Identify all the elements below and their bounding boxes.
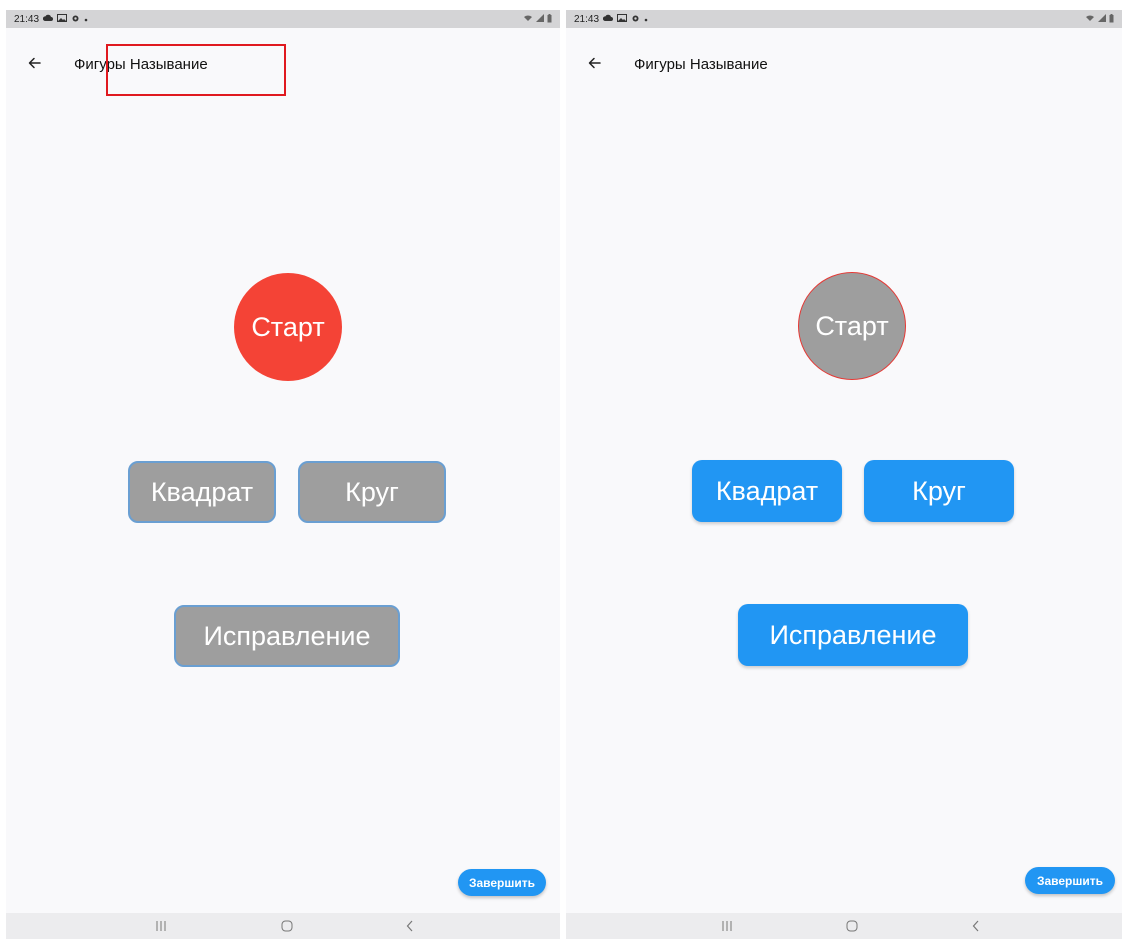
dot-icon xyxy=(84,14,88,24)
status-time: 21:43 xyxy=(14,13,40,25)
arrow-back-icon[interactable] xyxy=(24,52,46,74)
home-icon[interactable] xyxy=(277,918,297,934)
battery-icon xyxy=(547,13,552,25)
battery-icon xyxy=(1109,13,1114,25)
status-right-group xyxy=(1085,13,1114,25)
system-nav-bar xyxy=(566,913,1122,939)
recent-apps-icon[interactable] xyxy=(151,918,171,934)
status-bar: 21:43 xyxy=(6,10,560,28)
circle-answer-button[interactable]: Круг xyxy=(864,460,1014,522)
wifi-icon xyxy=(523,14,533,24)
settings-icon xyxy=(631,14,640,25)
cloud-icon xyxy=(602,14,614,24)
status-right-group xyxy=(523,13,552,25)
app-bar: Фигуры Называние xyxy=(566,50,1122,80)
system-nav-bar xyxy=(6,913,560,939)
start-button[interactable]: Старт xyxy=(798,272,906,380)
signal-icon xyxy=(536,14,544,24)
page-title: Фигуры Называние xyxy=(634,56,768,73)
image-icon xyxy=(617,14,628,24)
square-answer-button[interactable]: Квадрат xyxy=(692,460,842,522)
status-left-group: 21:43 xyxy=(14,14,88,25)
status-bar: 21:43 xyxy=(566,10,1122,28)
signal-icon xyxy=(1098,14,1106,24)
home-icon[interactable] xyxy=(842,918,862,934)
start-button[interactable]: Старт xyxy=(234,273,342,381)
square-answer-button[interactable]: Квадрат xyxy=(128,461,276,523)
cloud-icon xyxy=(42,14,54,24)
status-left-group: 21:43 xyxy=(574,14,648,25)
phone-screen-right: 21:43 Фигуры Называние Старт Квадрат Кру… xyxy=(566,10,1122,939)
highlight-annotation-box xyxy=(106,44,286,96)
arrow-back-icon[interactable] xyxy=(584,52,606,74)
recent-apps-icon[interactable] xyxy=(717,918,737,934)
correction-button[interactable]: Исправление xyxy=(738,604,968,666)
nav-back-icon[interactable] xyxy=(400,918,420,934)
correction-button[interactable]: Исправление xyxy=(174,605,400,667)
finish-button[interactable]: Завершить xyxy=(458,869,546,896)
dot-icon xyxy=(644,14,648,24)
nav-back-icon[interactable] xyxy=(966,918,986,934)
circle-answer-button[interactable]: Круг xyxy=(298,461,446,523)
status-time: 21:43 xyxy=(574,13,600,25)
image-icon xyxy=(57,14,68,24)
settings-icon xyxy=(71,14,80,25)
finish-button[interactable]: Завершить xyxy=(1025,867,1115,894)
wifi-icon xyxy=(1085,14,1095,24)
phone-screen-left: 21:43 Фигуры Называние Старт Квадрат Кру… xyxy=(6,10,560,939)
